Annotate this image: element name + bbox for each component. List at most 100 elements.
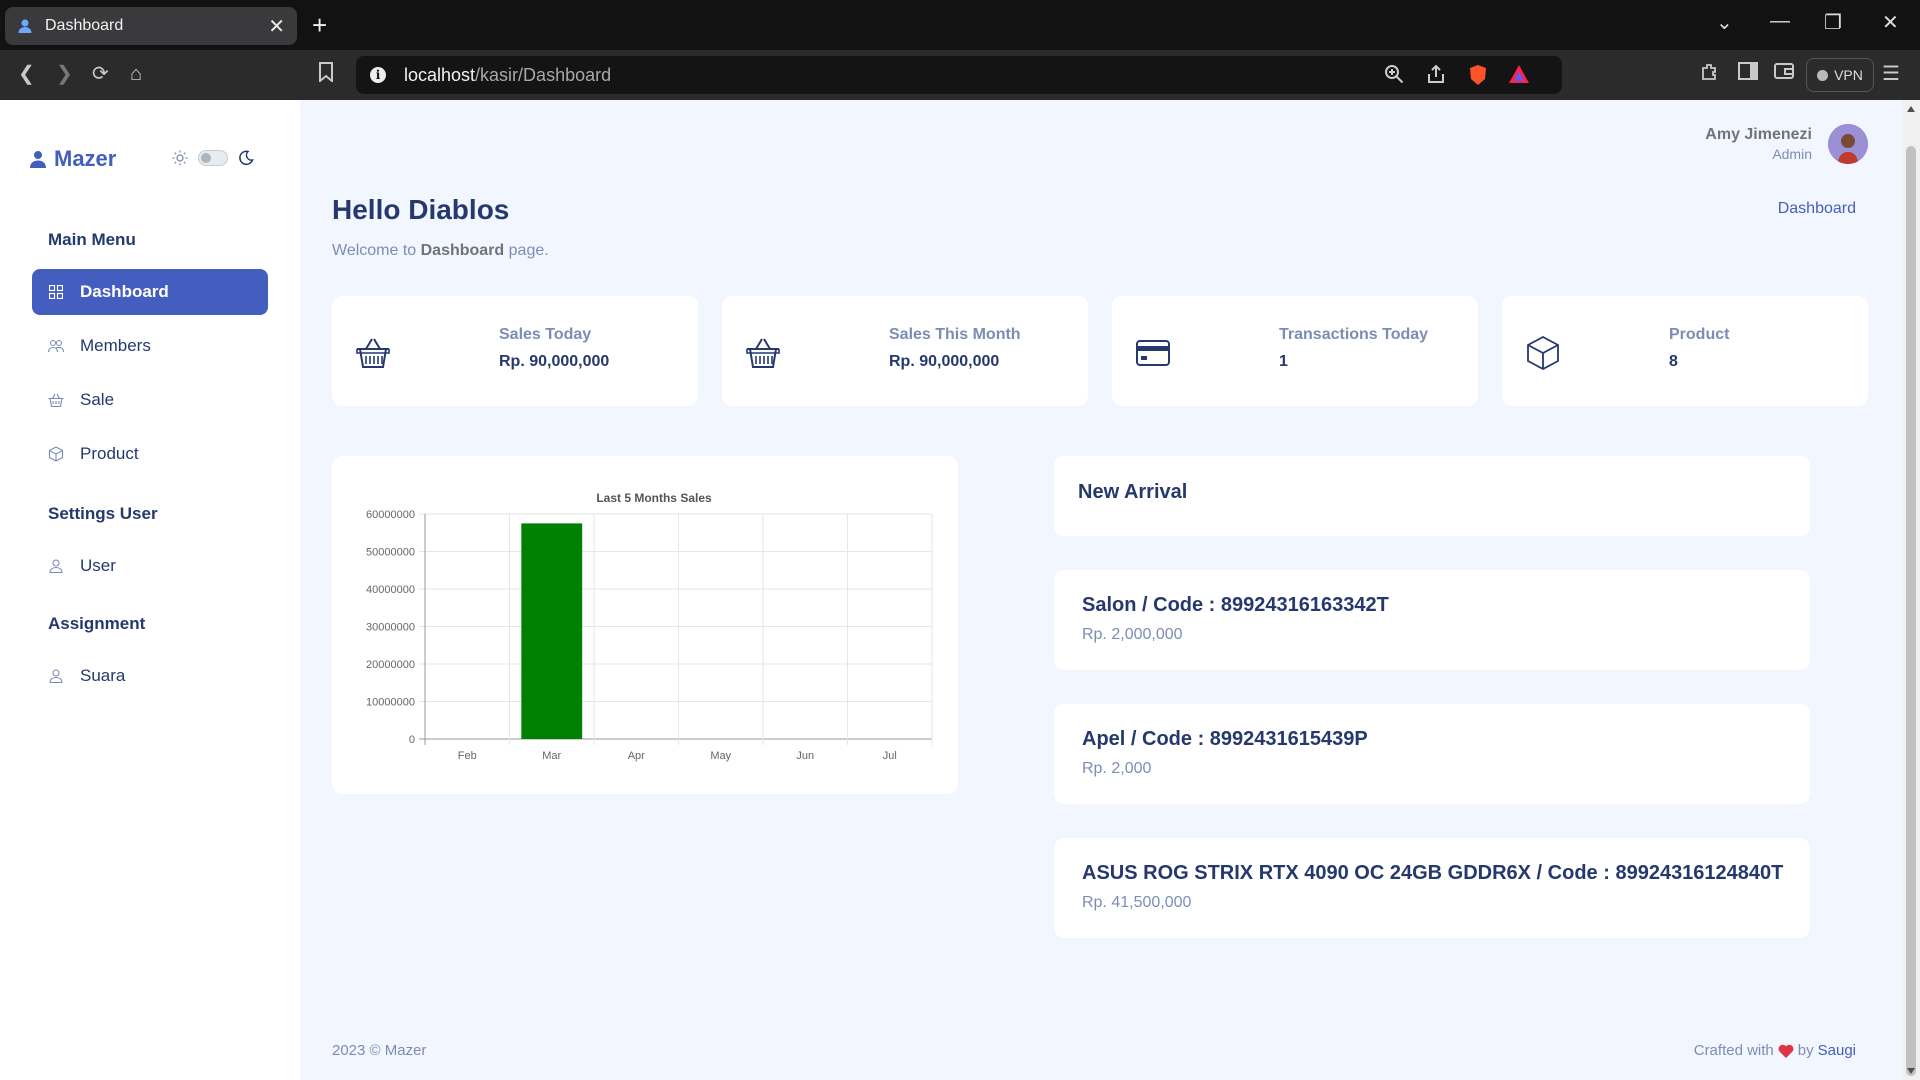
menu-section-settings: Settings User <box>48 504 158 523</box>
x-tick-label: Mar <box>542 750 561 762</box>
tab-search-chevron-icon[interactable]: ⌄ <box>1716 10 1733 35</box>
sidebar-toggle-icon[interactable] <box>1738 62 1758 86</box>
y-tick-label: 30000000 <box>366 622 415 634</box>
stat-card-transactions: Transactions Today 1 <box>1112 296 1478 406</box>
sidebar-item-user[interactable]: User <box>32 543 268 589</box>
sales-chart: 0 10000000 20000000 30000000 40000000 5000000… <box>366 509 933 762</box>
arrival-price: Rp. 41,500,000 <box>1082 894 1192 911</box>
zoom-icon[interactable] <box>1384 64 1404 89</box>
extensions-icon[interactable] <box>1700 62 1720 88</box>
sidebar-item-product[interactable]: Product <box>32 431 268 477</box>
sidebar-item-members[interactable]: Members <box>32 323 268 369</box>
person-icon <box>48 668 64 684</box>
people-icon <box>48 338 64 354</box>
back-icon[interactable]: ❮ <box>18 62 35 86</box>
new-arrival-header: New Arrival <box>1054 456 1810 536</box>
stat-label: Product <box>1669 326 1730 343</box>
heart-icon <box>1778 1044 1794 1058</box>
logo[interactable]: Mazer <box>30 146 116 172</box>
brave-rewards-icon[interactable] <box>1508 64 1530 89</box>
y-tick-label: 20000000 <box>366 659 415 671</box>
browser-tab-bar: Dashboard ✕ + ⌄ — ❐ ✕ <box>0 0 1920 50</box>
bookmark-icon[interactable] <box>318 62 334 88</box>
sidebar: Mazer Main Menu Dashboard Members Sale P… <box>0 100 300 1080</box>
x-tick-label: May <box>710 750 731 762</box>
dark-mode-switch[interactable] <box>198 150 228 166</box>
arrival-item: Salon / Code : 89924316163342T Rp. 2,000… <box>1054 570 1810 670</box>
vpn-status-icon <box>1817 69 1829 81</box>
url-text[interactable]: localhost/kasir/Dashboard <box>404 65 611 86</box>
user-favicon-icon <box>18 19 32 33</box>
credit-card-icon <box>1136 340 1170 366</box>
restore-icon[interactable]: ❐ <box>1824 10 1842 35</box>
box-icon <box>48 446 64 462</box>
sidebar-item-label: Dashboard <box>80 282 169 301</box>
forward-icon[interactable]: ❯ <box>56 62 73 86</box>
user-menu[interactable]: Amy Jimenezi Admin <box>1705 124 1868 164</box>
sidebar-item-label: Product <box>80 444 139 463</box>
breadcrumb[interactable]: Dashboard <box>1778 200 1856 218</box>
basket-icon <box>356 338 390 368</box>
stat-label: Transactions Today <box>1279 326 1429 343</box>
basket-icon <box>48 392 64 408</box>
sidebar-item-label: Members <box>80 336 151 355</box>
close-tab-icon[interactable]: ✕ <box>268 14 285 39</box>
box-icon <box>1527 336 1559 370</box>
address-bar[interactable]: i localhost/kasir/Dashboard <box>356 56 1562 94</box>
x-tick-label: Feb <box>458 750 477 762</box>
stat-label: Sales This Month <box>889 326 1021 343</box>
bar-mar <box>521 523 583 739</box>
scrollbar-thumb[interactable] <box>1906 146 1916 1076</box>
stat-value: 8 <box>1669 353 1678 370</box>
arrival-name: Salon / Code : 89924316163342T <box>1082 594 1389 616</box>
menu-section-main: Main Menu <box>48 230 136 249</box>
x-tick-label: Jun <box>796 750 814 762</box>
share-icon[interactable] <box>1426 64 1446 89</box>
wallet-icon[interactable] <box>1774 62 1794 86</box>
y-tick-label: 50000000 <box>366 547 415 559</box>
author-link[interactable]: Saugi <box>1818 1042 1856 1059</box>
x-tick-label: Apr <box>628 750 645 762</box>
stat-card-sales-month: Sales This Month Rp. 90,000,000 <box>722 296 1088 406</box>
page-scrollbar[interactable] <box>1902 100 1920 1080</box>
new-arrival-title: New Arrival <box>1078 481 1188 503</box>
arrival-item: Apel / Code : 8992431615439P Rp. 2,000 <box>1054 704 1810 804</box>
arrival-name: Apel / Code : 8992431615439P <box>1082 728 1368 750</box>
vpn-button[interactable]: VPN <box>1806 58 1874 92</box>
x-tick-label: Jul <box>883 750 897 762</box>
page-title: Hello Diablos <box>332 194 510 225</box>
browser-tab[interactable]: Dashboard ✕ <box>5 7 297 45</box>
close-window-icon[interactable]: ✕ <box>1882 10 1899 35</box>
arrival-name: ASUS ROG STRIX RTX 4090 OC 24GB GDDR6X /… <box>1082 862 1784 884</box>
sidebar-item-sale[interactable]: Sale <box>32 377 268 423</box>
y-tick-label: 40000000 <box>366 584 415 596</box>
user-logo-icon <box>30 151 46 168</box>
sidebar-item-suara[interactable]: Suara <box>32 653 268 699</box>
user-name: Amy Jimenezi <box>1705 126 1812 143</box>
sidebar-item-dashboard[interactable]: Dashboard <box>32 269 268 315</box>
stat-label: Sales Today <box>499 326 592 343</box>
page-subtitle: Welcome to Dashboard page. <box>332 242 549 259</box>
sidebar-item-label: Suara <box>80 666 126 685</box>
user-role: Admin <box>1772 146 1812 162</box>
stat-card-product: Product 8 <box>1502 296 1868 406</box>
tab-title: Dashboard <box>45 17 124 34</box>
home-icon[interactable]: ⌂ <box>130 62 142 86</box>
avatar[interactable] <box>1828 124 1868 164</box>
site-info-icon[interactable]: i <box>370 67 386 83</box>
vpn-label: VPN <box>1834 67 1863 83</box>
reload-icon[interactable]: ⟳ <box>92 62 109 86</box>
arrival-item: ASUS ROG STRIX RTX 4090 OC 24GB GDDR6X /… <box>1054 838 1810 938</box>
y-tick-label: 60000000 <box>366 509 415 521</box>
stat-value: Rp. 90,000,000 <box>889 353 1000 370</box>
footer-copyright: 2023 © Mazer <box>332 1042 427 1059</box>
minimize-icon[interactable]: — <box>1770 10 1790 33</box>
new-tab-icon[interactable]: + <box>312 10 327 40</box>
logo-text: Mazer <box>54 146 117 171</box>
brave-shield-icon[interactable] <box>1468 64 1488 91</box>
browser-toolbar: ❮ ❯ ⟳ ⌂ i localhost/kasir/Dashboard VPN … <box>0 50 1920 100</box>
menu-icon[interactable]: ☰ <box>1882 62 1900 86</box>
y-tick-label: 0 <box>409 734 415 746</box>
theme-toggle[interactable] <box>172 150 254 166</box>
arrival-price: Rp. 2,000,000 <box>1082 626 1183 643</box>
